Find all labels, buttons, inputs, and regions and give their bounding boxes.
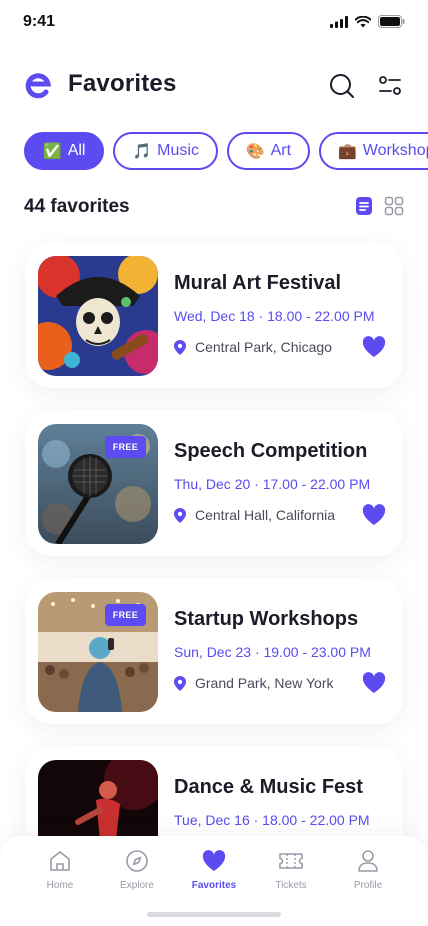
search-icon [330,74,354,98]
chip-label: Music [157,142,199,159]
location-pin-icon [174,507,186,523]
event-location: Grand Park, New York [174,675,334,691]
event-location: Central Hall, California [174,507,335,523]
nav-tickets[interactable]: Tickets [253,848,329,891]
home-indicator [147,912,281,917]
free-badge: FREE [104,436,146,458]
ticket-icon [279,853,303,869]
event-title: Dance & Music Fest [174,776,363,798]
favorites-count-row: 44 favorites [24,192,404,220]
home-icon [50,851,70,871]
event-title: Speech Competition [174,440,368,462]
chip-workshops[interactable]: 💼 Workshops [319,132,428,170]
event-card[interactable]: Mural Art Festival Wed, Dec 18 · 18.00 -… [25,242,403,388]
category-chips: ✅ All 🎵 Music 🎨 Art 💼 Workshops [24,132,428,172]
battery-icon [378,15,405,28]
status-time: 9:41 [23,13,56,30]
event-location-text: Central Hall, California [195,507,336,523]
location-pin-icon [174,675,186,691]
filter-button[interactable] [374,70,406,102]
event-card[interactable]: FREE Startup Workshops Sun, Dec 23 · 19.… [25,578,403,724]
palette-icon: 🎨 [245,143,265,160]
nav-home[interactable]: Home [22,848,98,891]
page-title: Favorites [68,70,177,97]
list-view-icon[interactable] [354,196,374,216]
grid-view-icon[interactable] [384,196,404,216]
nav-label: Favorites [191,880,237,891]
event-date: Thu, Dec 20 · 17.00 - 22.00 PM [174,476,371,492]
event-date: Wed, Dec 18 · 18.00 - 22.00 PM [174,308,375,324]
location-pin-icon [174,339,186,355]
chip-music[interactable]: 🎵 Music [113,132,218,170]
chip-all[interactable]: ✅ All [24,132,105,170]
sliders-icon [379,76,401,95]
compass-icon [126,850,148,872]
event-title: Mural Art Festival [174,272,342,294]
event-title: Startup Workshops [174,608,359,630]
header: Favorites [0,64,428,108]
event-date: Sun, Dec 23 · 19.00 - 23.00 PM [174,644,371,660]
event-location-text: Central Park, Chicago [195,339,332,355]
nav-label: Explore [120,880,154,891]
event-location-text: Grand Park, New York [195,675,334,691]
event-image-mural [38,256,158,376]
chip-label: Art [270,142,292,159]
event-image-microphone: FREE [38,424,158,544]
event-card[interactable]: FREE Speech Competition Thu, Dec 20 · 17… [25,410,403,556]
chip-label: All [67,142,86,159]
nav-profile[interactable]: Profile [330,848,406,891]
signal-icon [330,15,348,28]
check-emoji-icon: ✅ [43,143,62,160]
heart-icon [202,850,226,871]
heart-icon[interactable] [362,504,386,526]
nav-label: Home [46,880,74,891]
status-icons [330,15,405,28]
status-bar: 9:41 [0,0,428,44]
music-note-icon: 🎵 [132,143,152,160]
nav-label: Tickets [275,880,307,891]
event-location: Central Park, Chicago [174,339,332,355]
event-date: Tue, Dec 16 · 18.00 - 22.00 PM [174,812,370,828]
heart-icon[interactable] [362,672,386,694]
nav-label: Profile [353,880,383,891]
heart-icon[interactable] [362,336,386,358]
briefcase-icon: 💼 [338,143,357,160]
chip-art[interactable]: 🎨 Art [226,132,311,170]
user-icon [358,850,378,872]
chip-label: Workshops [362,142,428,159]
event-image-workshop: FREE [38,592,158,712]
app-logo-icon [25,73,52,99]
free-badge: FREE [104,604,146,626]
favorites-count: 44 favorites [24,196,130,217]
wifi-icon [355,15,371,27]
search-button[interactable] [326,70,358,102]
nav-explore[interactable]: Explore [99,848,175,891]
nav-favorites[interactable]: Favorites [176,848,252,891]
